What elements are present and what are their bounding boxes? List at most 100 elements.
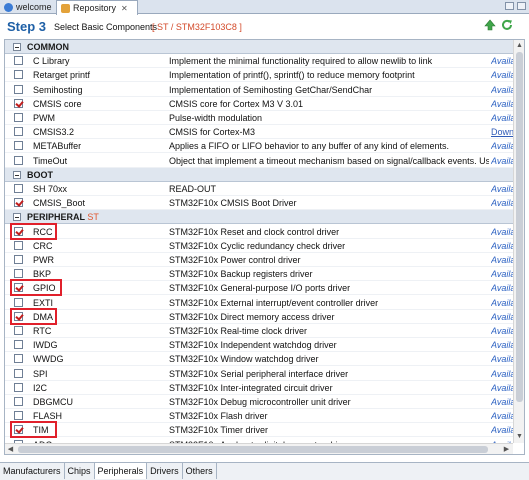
component-description: Pulse-width modulation — [169, 113, 263, 123]
category-tabs: Manufacturers Chips Peripherals Drivers Othe… — [0, 462, 529, 480]
horizontal-scroll-thumb[interactable] — [18, 446, 488, 453]
component-description: STM32F10x Backup registers driver — [169, 269, 313, 280]
component-description: Object that implement a timeout mechanis… — [169, 155, 489, 166]
tab-manufacturers[interactable]: Manufacturers — [0, 463, 65, 479]
component-checkbox[interactable] — [14, 70, 23, 80]
tab-peripherals[interactable]: Peripherals — [94, 463, 148, 479]
component-row[interactable]: PWR STM32F10x Power control driver Availab… — [5, 253, 513, 267]
component-row[interactable]: METABuffer Applies a FIFO or LIFO behavio… — [5, 139, 513, 154]
component-checkbox[interactable] — [14, 98, 23, 108]
component-row[interactable]: TIMSTM32F10x Timer driverAvailable — [5, 421, 513, 439]
component-description: Applies a FIFO or LIFO behavior to any b… — [169, 141, 449, 152]
component-checkbox[interactable] — [14, 240, 23, 250]
component-row[interactable]: CMSIS core CMSIS core for Cortex M3 V 3.0… — [5, 97, 513, 111]
component-row[interactable]: CMSIS_Boot STM32F10x CMSIS Boot Driver Ava… — [5, 196, 513, 211]
section-header[interactable]: BOOT — [5, 167, 513, 182]
component-checkbox[interactable] — [14, 368, 23, 378]
component-row[interactable]: I2C STM32F10x Inter-integrated circuit dr… — [5, 381, 513, 395]
component-name: SPI — [33, 368, 48, 379]
component-row[interactable]: RTC STM32F10x Real-time clock driver Avail… — [5, 324, 513, 338]
component-row[interactable]: SH 70xx READ-OUT Available — [5, 182, 513, 196]
component-checkbox[interactable] — [14, 354, 23, 364]
section-header[interactable]: COMMON — [5, 40, 513, 54]
component-checkbox[interactable] — [14, 198, 23, 208]
section-header[interactable]: PERIPHERAL ST — [5, 210, 513, 225]
component-checkbox[interactable] — [14, 141, 23, 151]
component-row[interactable]: C Library Implement the minimal functiona… — [5, 54, 513, 69]
collapse-icon[interactable] — [13, 170, 21, 179]
collapse-icon[interactable] — [13, 213, 21, 222]
highlight-box — [10, 421, 57, 439]
component-row[interactable]: WWDG STM32F10x Window watchdog driver Avai… — [5, 352, 513, 367]
component-row[interactable]: DMA STM32F10x Direct memory access driver… — [5, 307, 513, 325]
component-row[interactable]: RCC STM32F10x Reset and clock control dri… — [5, 222, 513, 240]
component-status: Available — [491, 84, 513, 95]
highlight-box — [10, 307, 57, 325]
component-name: CMSIS core — [33, 98, 82, 109]
scroll-left-icon[interactable]: ◀ — [5, 444, 16, 454]
component-checkbox[interactable] — [14, 397, 23, 406]
components-table: COMMON C Library Implement the minimal fun… — [4, 39, 525, 455]
component-row[interactable]: Retarget printf Implementation of printf(… — [5, 68, 513, 83]
component-description: STM32F10x Power control driver — [169, 255, 301, 265]
component-row[interactable]: IWDG STM32F10x Independent watchdog drive… — [5, 338, 513, 353]
component-checkbox[interactable] — [14, 113, 23, 122]
component-row[interactable]: EXTI STM32F10x External interrupt/event c… — [5, 296, 513, 310]
component-row[interactable]: FLASH STM32F10x Flash driver Available — [5, 409, 513, 424]
component-checkbox[interactable] — [14, 411, 23, 421]
collapse-icon[interactable] — [13, 43, 21, 51]
component-checkbox[interactable] — [14, 84, 23, 94]
section-title: PERIPHERAL ST — [27, 212, 99, 223]
tab-repository[interactable]: Repository ✕ — [56, 0, 138, 15]
component-status: Available — [491, 226, 513, 237]
tab-welcome[interactable]: welcome — [0, 0, 56, 14]
close-icon[interactable]: ✕ — [121, 4, 128, 13]
component-name: BKP — [33, 269, 52, 280]
component-row[interactable]: SPI STM32F10x Serial peripheral interface… — [5, 367, 513, 381]
tab-chips[interactable]: Chips — [65, 463, 95, 479]
download-link[interactable]: Download — [491, 127, 513, 137]
section-title: BOOT — [27, 169, 53, 180]
component-checkbox[interactable] — [14, 269, 23, 279]
component-checkbox[interactable] — [14, 155, 23, 165]
scroll-down-icon[interactable]: ▼ — [514, 431, 524, 442]
component-status: Available — [491, 425, 513, 436]
component-status: Available — [491, 70, 513, 81]
tab-others[interactable]: Others — [183, 463, 217, 479]
vertical-scrollbar[interactable]: ▲ ▼ — [513, 40, 524, 443]
component-row[interactable]: GPIO STM32F10x General-purpose I/O ports … — [5, 279, 513, 297]
component-checkbox[interactable] — [14, 56, 23, 66]
window-controls — [505, 2, 526, 10]
up-arrow-icon[interactable] — [484, 19, 496, 31]
component-checkbox[interactable] — [14, 326, 23, 335]
component-row[interactable]: Semihosting Implementation of Semihosting… — [5, 83, 513, 97]
component-description: READ-OUT — [169, 184, 216, 194]
component-checkbox[interactable] — [14, 340, 23, 350]
component-name: IWDG — [33, 340, 58, 351]
highlight-box — [10, 222, 57, 240]
component-row[interactable]: DBGMCU STM32F10x Debug microcontroller un… — [5, 395, 513, 409]
component-checkbox[interactable] — [14, 184, 23, 193]
component-row[interactable]: BKP STM32F10x Backup registers driver Avai… — [5, 267, 513, 282]
scroll-right-icon[interactable]: ▶ — [501, 444, 512, 454]
horizontal-scrollbar[interactable]: ◀ ▶ — [5, 443, 513, 454]
component-row[interactable]: PWM Pulse-width modulation Available — [5, 111, 513, 125]
component-status: Available — [491, 382, 513, 393]
component-name: PWM — [33, 113, 55, 123]
component-description: Implementation of Semihosting GetChar/Se… — [169, 84, 373, 95]
component-row[interactable]: CMSIS3.2 CMSIS for Cortex-M3 Download — [5, 125, 513, 140]
component-row[interactable]: CRC STM32F10x Cyclic redundancy check dri… — [5, 239, 513, 253]
component-status: Available — [491, 56, 513, 67]
component-checkbox[interactable] — [14, 382, 23, 392]
scroll-up-icon[interactable]: ▲ — [514, 40, 524, 51]
component-checkbox[interactable] — [14, 127, 23, 137]
maximize-button[interactable] — [517, 2, 526, 10]
refresh-icon[interactable] — [501, 19, 513, 31]
component-checkbox[interactable] — [14, 297, 23, 307]
minimize-button[interactable] — [505, 2, 514, 10]
component-checkbox[interactable] — [14, 255, 23, 264]
component-row[interactable]: TimeOut Object that implement a timeout m… — [5, 154, 513, 168]
component-name: Semihosting — [33, 84, 83, 95]
vertical-scroll-thumb[interactable] — [516, 52, 523, 402]
tab-drivers[interactable]: Drivers — [147, 463, 183, 479]
